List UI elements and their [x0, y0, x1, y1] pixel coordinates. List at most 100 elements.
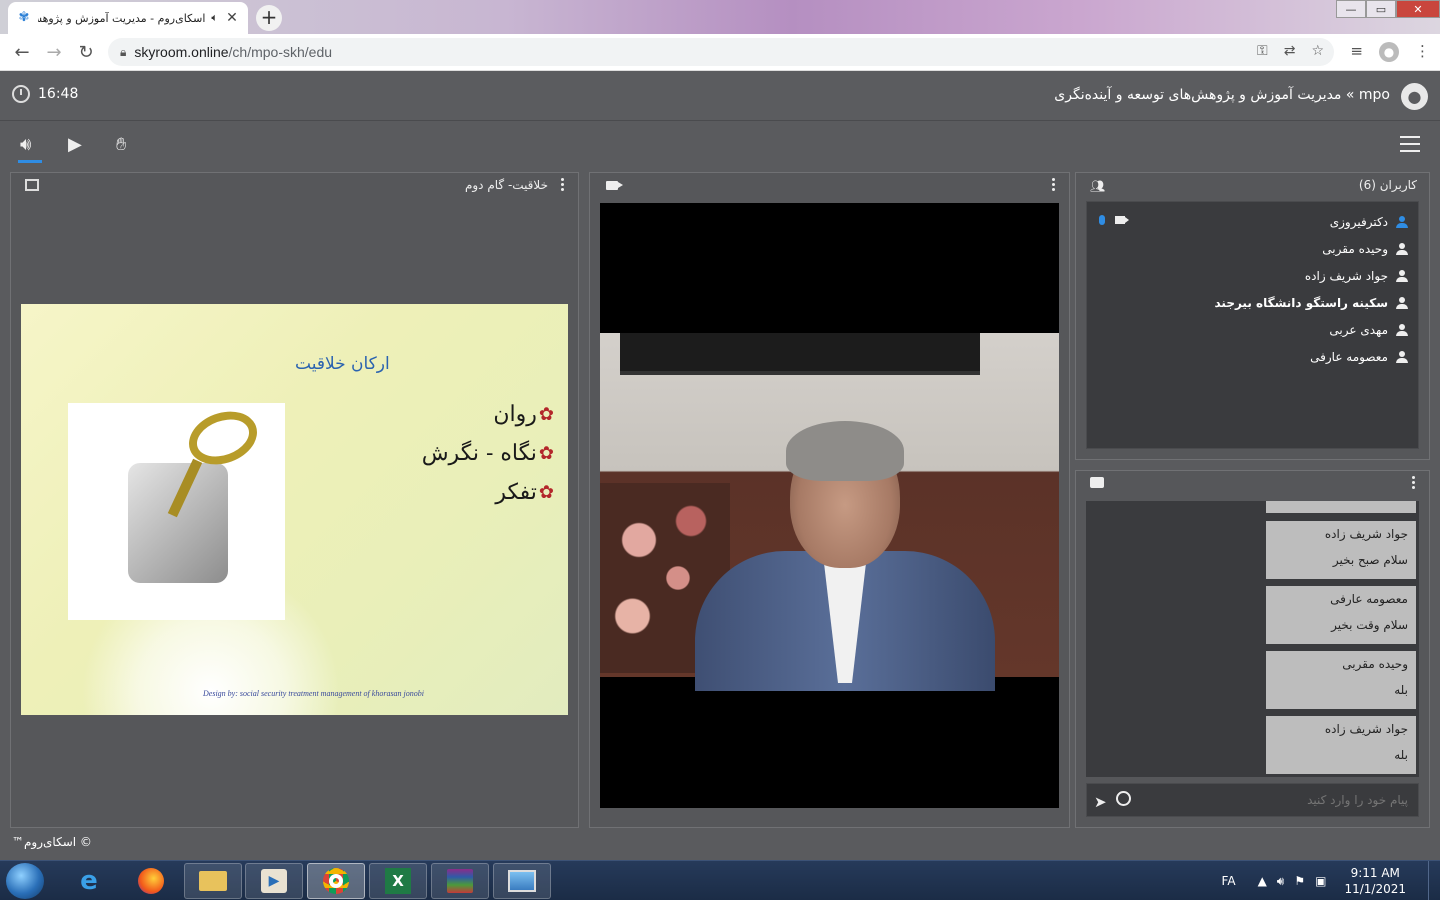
- user-row[interactable]: مهدی عربی: [1087, 316, 1418, 343]
- chrome-menu-icon[interactable]: ⋮: [1415, 42, 1430, 62]
- chat-messages[interactable]: جواد شریف زاده سلام صبح بخیر معصومه عارف…: [1086, 501, 1419, 777]
- user-row[interactable]: وحیده مقربی: [1087, 235, 1418, 262]
- user-row[interactable]: سکینه راستگو دانشگاه بیرجند: [1087, 289, 1418, 316]
- chat-panel-header: [1076, 471, 1429, 497]
- user-name: جواد شریف زاده: [1304, 268, 1388, 283]
- user-name: مهدی عربی: [1329, 322, 1388, 337]
- slide-bullet: ✿ نگاه - نگرش: [421, 441, 554, 466]
- message-author: جواد شریف زاده: [1324, 722, 1408, 736]
- user-avatar-icon[interactable]: ●: [1401, 83, 1428, 110]
- user-name: سکینه راستگو دانشگاه بیرجند: [1214, 295, 1388, 310]
- window-controls: — ▭ ✕: [1336, 0, 1440, 20]
- language-indicator[interactable]: FA: [1222, 874, 1236, 888]
- user-icon: [1396, 269, 1408, 282]
- start-button[interactable]: [6, 863, 44, 899]
- send-icon[interactable]: ➤: [1094, 793, 1107, 811]
- flower-bullet-icon: ✿: [538, 443, 554, 464]
- emoji-icon[interactable]: [1116, 791, 1131, 806]
- session-clock: 16:48: [12, 85, 78, 103]
- slide-toggle-icon[interactable]: [25, 179, 39, 191]
- slide-bullet: ✿ تفکر: [495, 480, 554, 505]
- firefox-icon[interactable]: [122, 863, 180, 899]
- tray-time: 9:11 AM: [1350, 866, 1400, 880]
- raise-hand-icon[interactable]: ✋︎: [116, 134, 126, 155]
- tray-clock[interactable]: 9:11 AM 11/1/2021: [1344, 865, 1406, 897]
- user-name: معصومه عارفی: [1310, 349, 1388, 364]
- slide-menu-icon[interactable]: [561, 178, 565, 193]
- file-explorer-icon[interactable]: [184, 863, 242, 899]
- users-panel-header: 👥︎ کاربران (6): [1076, 173, 1429, 199]
- skyroom-icon: ✾: [18, 10, 30, 25]
- back-arrow-icon[interactable]: ←: [6, 42, 38, 63]
- clock-icon: [12, 85, 30, 103]
- media-control-icon[interactable]: ≡: [1350, 42, 1363, 62]
- forward-arrow-icon[interactable]: →: [38, 42, 70, 63]
- profile-icon[interactable]: ●: [1379, 42, 1399, 62]
- video-panel-header: [590, 173, 1069, 199]
- minimize-button[interactable]: —: [1336, 0, 1366, 18]
- user-row[interactable]: دکترفیروزی: [1087, 208, 1418, 235]
- action-center-flag-icon[interactable]: ⚑: [1294, 874, 1305, 888]
- message-author: معصومه عارفی: [1330, 592, 1408, 606]
- speaker-toggle-icon[interactable]: 🔊︎: [17, 134, 43, 163]
- message-text: بله: [1394, 683, 1408, 697]
- photo-viewer-icon[interactable]: [493, 863, 551, 899]
- lock-icon[interactable]: 🔒︎: [120, 45, 126, 60]
- message-text: سلام صبح بخیر: [1332, 553, 1408, 567]
- show-hidden-icons-icon[interactable]: ▲: [1258, 874, 1267, 888]
- excel-icon[interactable]: X: [369, 863, 427, 899]
- user-row[interactable]: معصومه عارفی: [1087, 343, 1418, 370]
- speaker-icon[interactable]: 🔈︎: [211, 11, 218, 25]
- winrar-icon[interactable]: [431, 863, 489, 899]
- chrome-icon[interactable]: [307, 863, 365, 899]
- new-tab-button[interactable]: +: [256, 5, 282, 31]
- presentation-slide: ارکان خلاقیت ✿ روان ✿ نگاه - نگرش ✿ تفکر De…: [21, 304, 568, 715]
- camera-icon: [606, 181, 623, 190]
- chat-message-input[interactable]: [1086, 783, 1419, 817]
- translate-icon[interactable]: ⇄: [1284, 43, 1296, 59]
- presenter-user-icon: [1396, 215, 1408, 228]
- close-tab-icon[interactable]: ✕: [224, 10, 240, 26]
- message-author: جواد شریف زاده: [1324, 527, 1408, 541]
- chat-message: [1266, 501, 1416, 513]
- chat-icon: [1090, 477, 1104, 488]
- close-window-button[interactable]: ✕: [1396, 0, 1440, 18]
- key-icon[interactable]: ⚿: [1257, 43, 1268, 59]
- internet-explorer-icon[interactable]: e: [60, 863, 118, 899]
- star-icon[interactable]: ☆: [1311, 43, 1324, 59]
- app-header: 16:48 mpo » مدیریت آموزش و پژوهش‌های توس…: [0, 71, 1440, 121]
- users-icon: 👥︎: [1090, 179, 1106, 193]
- clock-time: 16:48: [38, 86, 79, 102]
- url-text[interactable]: skyroom.online/ch/mpo-skh/edu: [134, 44, 332, 60]
- presentation-icon[interactable]: ▶︎: [68, 134, 82, 155]
- browser-tab[interactable]: ✾ اسکای‌روم - مدیریت آموزش و پژوهش... 🔈︎…: [8, 2, 248, 34]
- user-icon: [1396, 323, 1408, 336]
- user-icon: [1396, 350, 1408, 363]
- chat-menu-icon[interactable]: [1412, 476, 1416, 491]
- reload-icon[interactable]: ↻: [70, 42, 102, 63]
- flower-bullet-icon: ✿: [538, 482, 554, 503]
- user-icon: [1396, 242, 1408, 255]
- message-author: وحیده مقربی: [1342, 657, 1408, 671]
- user-row[interactable]: جواد شریف زاده: [1087, 262, 1418, 289]
- users-panel: 👥︎ کاربران (6) دکترفیروزی وحیده مقربی جو…: [1075, 172, 1430, 460]
- browser-tab-strip: ✾ اسکای‌روم - مدیریت آموزش و پژوهش... 🔈︎…: [0, 0, 1440, 34]
- webcam-video[interactable]: [600, 203, 1059, 808]
- maximize-button[interactable]: ▭: [1366, 0, 1396, 18]
- puzzle-key-image: [68, 402, 285, 620]
- tab-title: اسکای‌روم - مدیریت آموزش و پژوهش...: [38, 11, 206, 25]
- hamburger-menu-icon[interactable]: [1400, 136, 1420, 157]
- slide-bullet: ✿ روان: [493, 402, 554, 427]
- address-bar[interactable]: 🔒︎ skyroom.online/ch/mpo-skh/edu ⚿ ⇄ ☆: [108, 38, 1334, 66]
- volume-icon[interactable]: 🔊︎: [1277, 874, 1285, 889]
- slide-bullet-list: ✿ روان ✿ نگاه - نگرش ✿ تفکر: [422, 402, 554, 519]
- copyright: © اسکای‌روم™: [12, 835, 92, 849]
- chat-message: جواد شریف زاده بله: [1266, 716, 1416, 774]
- user-name: وحیده مقربی: [1322, 241, 1388, 256]
- video-menu-icon[interactable]: [1052, 178, 1056, 193]
- video-on-icon: [1115, 216, 1129, 224]
- media-player-icon[interactable]: ▶: [245, 863, 303, 899]
- network-icon[interactable]: ▣: [1315, 874, 1326, 888]
- slide-panel-header: خلاقیت- گام دوم: [11, 173, 578, 199]
- show-desktop-button[interactable]: [1428, 861, 1440, 900]
